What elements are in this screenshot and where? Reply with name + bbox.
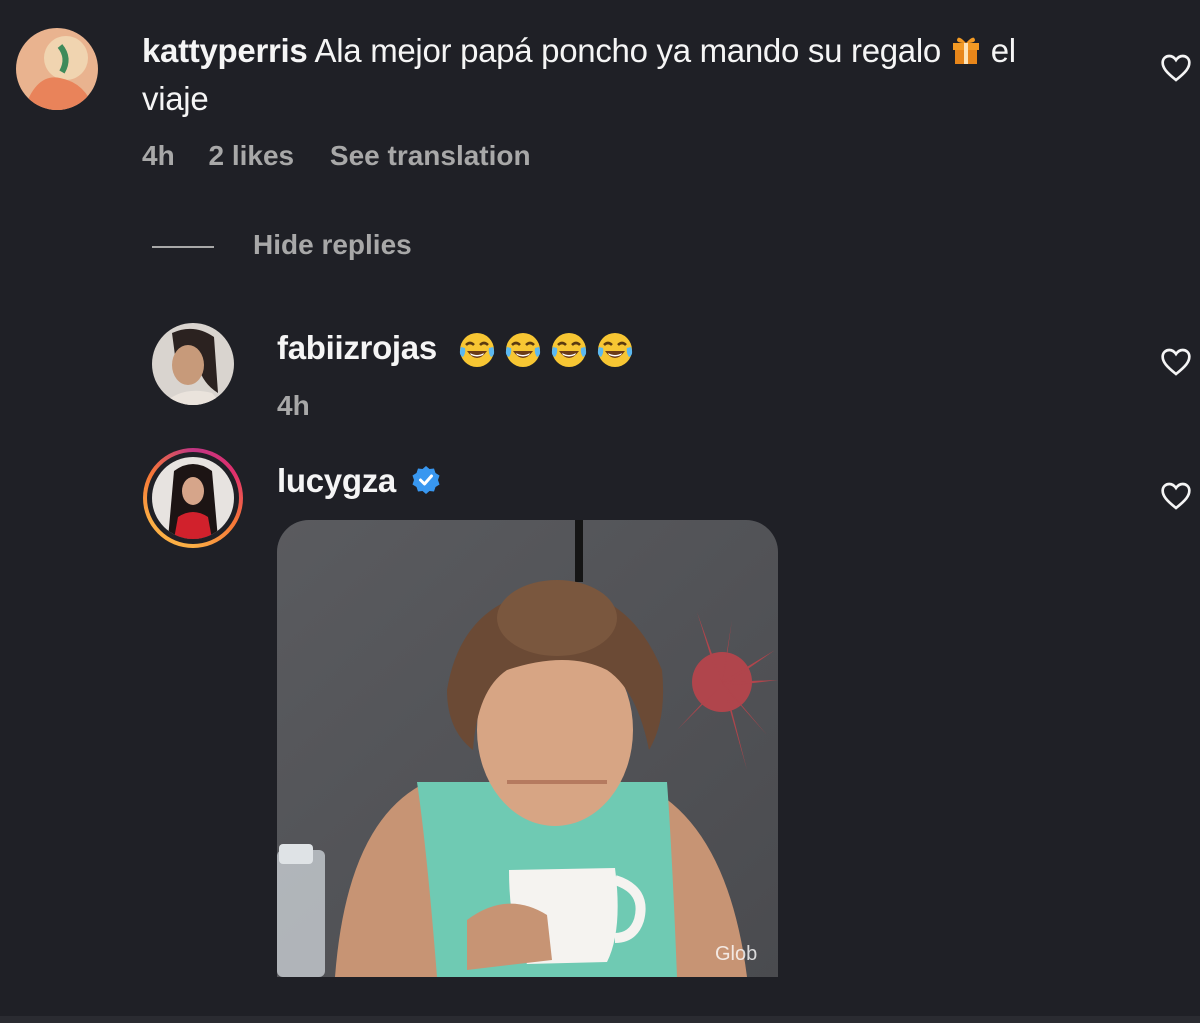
gift-icon	[950, 32, 982, 66]
gif-attachment[interactable]: Glob	[277, 520, 778, 977]
heart-icon	[1161, 482, 1191, 510]
face-with-tears-of-joy-icon	[596, 331, 634, 369]
comment-likes[interactable]: 2 likes	[208, 140, 294, 172]
comment-avatar[interactable]	[16, 28, 98, 110]
verified-badge-icon	[411, 461, 441, 494]
comment-username[interactable]: kattyperris	[142, 32, 308, 69]
heart-icon	[1161, 54, 1191, 82]
face-with-tears-of-joy-icon	[458, 331, 496, 369]
reply-avatar-lucygza-story-ring[interactable]	[143, 448, 243, 548]
reply-like-button[interactable]	[1160, 481, 1192, 511]
avatar	[152, 457, 234, 539]
comment-text-line-2: viaje	[142, 80, 209, 117]
comment-text: Ala mejor papá poncho ya mando su regalo	[314, 32, 942, 69]
gif-watermark: Glob	[715, 943, 757, 965]
reply-line-fabiizrojas: fabiizrojas	[277, 325, 634, 371]
face-with-tears-of-joy-icon	[504, 331, 542, 369]
reply-line-lucygza: lucygza	[277, 458, 441, 504]
gif-image: Glob	[277, 520, 778, 977]
reply-time: 4h	[277, 390, 310, 421]
comment-like-button[interactable]	[1160, 53, 1192, 83]
heart-icon	[1161, 348, 1191, 376]
see-translation-link[interactable]: See translation	[330, 140, 531, 172]
reply-username[interactable]: fabiizrojas	[277, 329, 437, 366]
face-with-tears-of-joy-icon	[550, 331, 588, 369]
bottom-divider	[0, 1016, 1200, 1023]
reply-emojis	[450, 329, 634, 369]
comment-meta: 4h 2 likes See translation	[142, 140, 531, 172]
hide-replies-divider	[152, 246, 214, 248]
comment-text-end: el	[990, 32, 1016, 69]
comment-text-line-1: kattyperris Ala mejor papá poncho ya man…	[142, 28, 1016, 74]
reply-like-button[interactable]	[1160, 347, 1192, 377]
reply-username[interactable]: lucygza	[277, 462, 396, 499]
reply-avatar-fabiizrojas[interactable]	[152, 323, 234, 405]
hide-replies-button[interactable]: Hide replies	[253, 229, 412, 261]
comment-time: 4h	[142, 140, 175, 171]
